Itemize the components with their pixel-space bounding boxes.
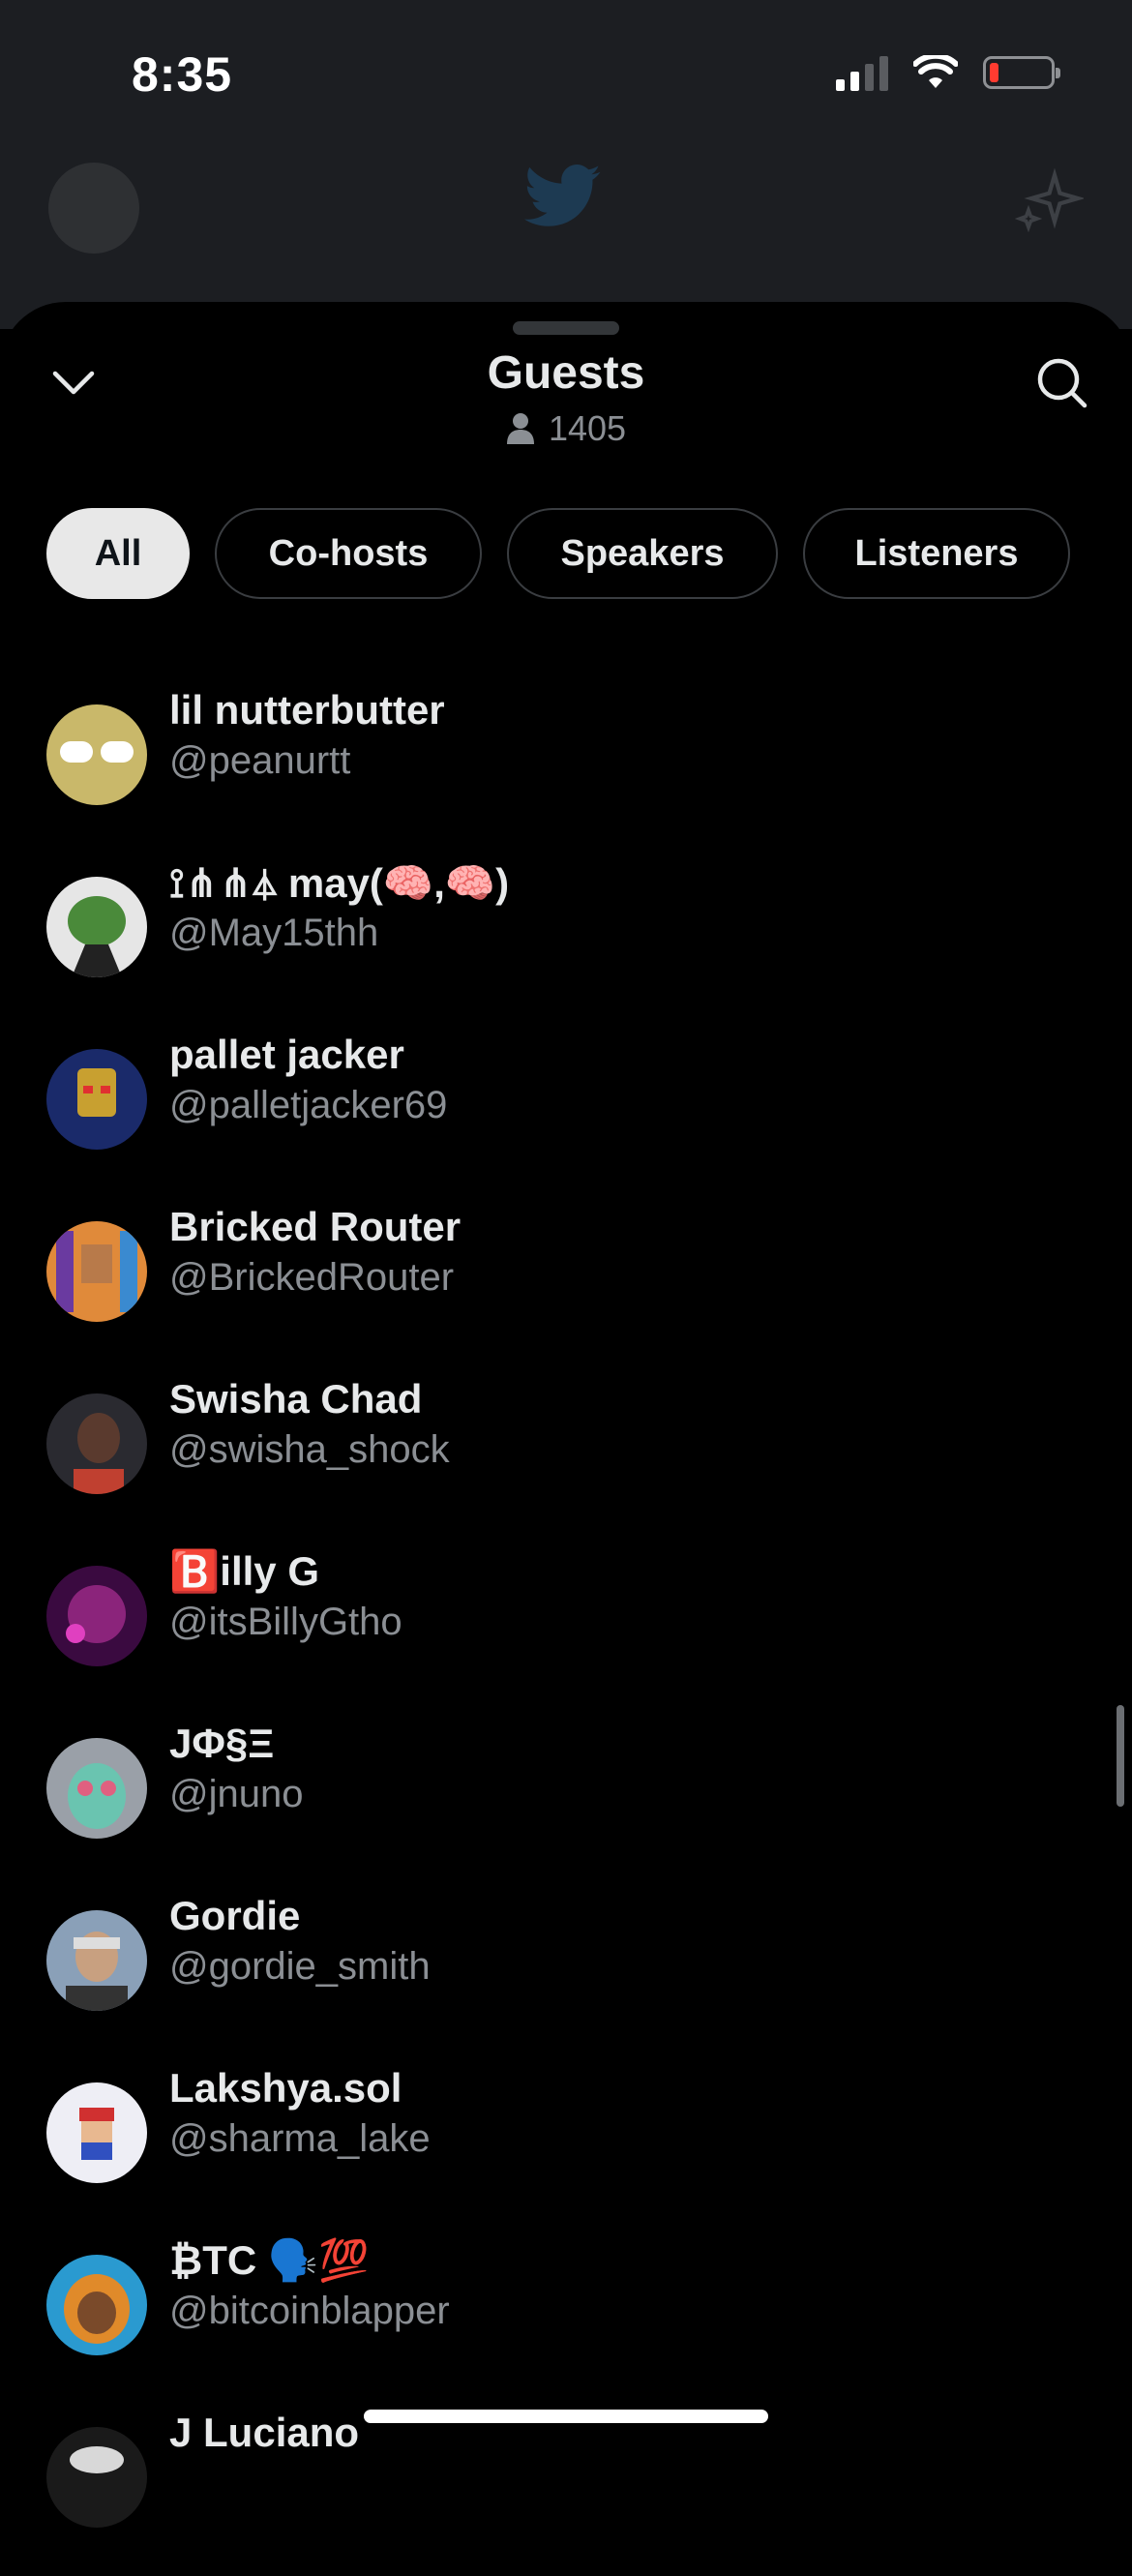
sparkle-icon xyxy=(1014,167,1084,233)
guest-handle: @May15thh xyxy=(169,912,379,954)
guest-name: Lakshya.sol xyxy=(169,2065,402,2111)
avatar xyxy=(46,2082,147,2183)
list-item[interactable]: Lakshya.sol @sharma_lake xyxy=(0,2059,1132,2232)
avatar xyxy=(46,2255,147,2355)
search-button[interactable] xyxy=(1029,350,1093,414)
avatar xyxy=(46,1738,147,1839)
list-item[interactable]: pallet jacker @palletjacker69 xyxy=(0,1026,1132,1198)
avatar xyxy=(46,2427,147,2528)
list-item[interactable]: ⟟⋔⋔⏃ may(🧠,🧠) @May15thh xyxy=(0,854,1132,1026)
background-avatar xyxy=(48,163,139,254)
background-app: 8:35 xyxy=(0,0,1132,329)
status-icons xyxy=(836,54,1060,91)
guest-name: 🅱️illy G xyxy=(169,1548,319,1594)
guest-handle: @gordie_smith xyxy=(169,1945,431,1988)
guest-name: Gordie xyxy=(169,1893,301,1938)
guest-name: J Luciano xyxy=(169,2410,360,2455)
avatar xyxy=(46,704,147,805)
guest-count-value: 1405 xyxy=(548,408,627,448)
guest-name: ⟟⋔⋔⏃ may(🧠,🧠) xyxy=(169,860,510,906)
tab-listeners[interactable]: Listeners xyxy=(803,508,1070,599)
list-item[interactable]: lil nutterbutter @peanurtt xyxy=(0,681,1132,854)
guest-name: ₿TC 🗣️💯 xyxy=(169,2237,370,2283)
avatar xyxy=(46,1221,147,1322)
battery-icon xyxy=(983,56,1060,89)
guest-name: Bricked Router xyxy=(169,1204,462,1249)
tab-all[interactable]: All xyxy=(46,508,190,599)
person-icon xyxy=(506,413,534,444)
guest-handle: @BrickedRouter xyxy=(169,1256,455,1299)
guest-name: Swisha Chad xyxy=(169,1376,423,1422)
guest-count: 1405 xyxy=(0,408,1132,449)
avatar xyxy=(46,1566,147,1666)
list-item[interactable]: Bricked Router @BrickedRouter xyxy=(0,1198,1132,1370)
list-item[interactable]: 🅱️illy G @itsBillyGtho xyxy=(0,1543,1132,1715)
guest-handle: @itsBillyGtho xyxy=(169,1601,402,1643)
guests-sheet: Guests 1405 All Co-hosts Speakers Listen… xyxy=(0,302,1132,2528)
list-item[interactable]: Swisha Chad @swisha_shock xyxy=(0,1370,1132,1543)
guest-handle: @peanurtt xyxy=(169,739,351,782)
tab-speakers[interactable]: Speakers xyxy=(507,508,778,599)
wifi-icon xyxy=(913,55,958,88)
guest-handle: @sharma_lake xyxy=(169,2117,431,2160)
guest-name: lil nutterbutter xyxy=(169,687,445,733)
avatar xyxy=(46,877,147,977)
status-time: 8:35 xyxy=(132,47,233,102)
avatar xyxy=(46,1049,147,1150)
guest-name: JΦ§Ξ xyxy=(169,1721,275,1766)
twitter-bird-icon xyxy=(523,165,601,226)
guest-handle: @jnuno xyxy=(169,1773,304,1815)
avatar xyxy=(46,1393,147,1494)
list-item[interactable]: Gordie @gordie_smith xyxy=(0,1887,1132,2059)
list-item[interactable]: JΦ§Ξ @jnuno xyxy=(0,1715,1132,1887)
home-indicator[interactable] xyxy=(364,2410,768,2423)
avatar xyxy=(46,1910,147,2011)
page-title: Guests xyxy=(487,347,645,399)
scrollbar[interactable] xyxy=(1117,1705,1124,1807)
list-item[interactable]: J Luciano xyxy=(0,2404,1132,2576)
search-icon xyxy=(1037,358,1087,408)
sheet-grabber[interactable] xyxy=(513,321,619,335)
list-item[interactable]: ₿TC 🗣️💯 @bitcoinblapper xyxy=(0,2232,1132,2404)
guest-handle: @palletjacker69 xyxy=(169,1084,448,1126)
filter-tabs: All Co-hosts Speakers Listeners xyxy=(46,508,1070,599)
tab-co-hosts[interactable]: Co-hosts xyxy=(215,508,482,599)
guest-handle: @bitcoinblapper xyxy=(169,2290,450,2332)
guest-name: pallet jacker xyxy=(169,1032,404,1077)
cellular-signal-icon xyxy=(836,54,888,91)
guest-handle: @swisha_shock xyxy=(169,1428,450,1471)
